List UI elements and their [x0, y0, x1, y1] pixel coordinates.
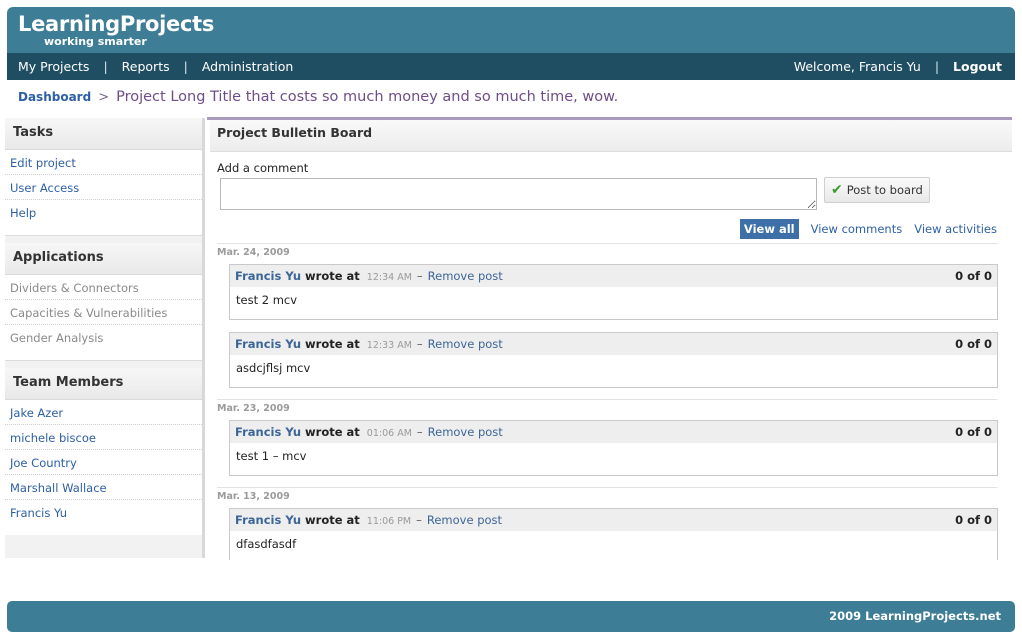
- post-filters: View all View comments View activities: [739, 219, 997, 239]
- post-to-board-button[interactable]: ✔ Post to board: [824, 177, 930, 203]
- sidebar: Tasks Edit project User Access Help Appl…: [5, 118, 205, 558]
- date-heading: Mar. 23, 2009: [217, 399, 997, 414]
- filter-view-comments[interactable]: View comments: [811, 222, 903, 236]
- post-count: 0 of 0: [955, 337, 992, 351]
- remove-post-link[interactable]: Remove post: [427, 513, 502, 527]
- team-members-list: Jake Azer michele biscoe Joe Country Mar…: [5, 400, 202, 535]
- post-body: test 2 mcv: [236, 293, 298, 307]
- remove-post-link[interactable]: Remove post: [428, 337, 503, 351]
- post-time: 11:06 PM: [366, 516, 412, 527]
- post-time: 01:06 AM: [366, 428, 412, 439]
- post-item: Francis Yu wrote at 11:06 PM – Remove po…: [229, 508, 998, 560]
- sidebar-item-help[interactable]: Help: [5, 200, 202, 225]
- footer-copyright: 2009 LearningProjects.net: [829, 609, 1001, 623]
- welcome-text: Welcome, Francis Yu: [793, 59, 921, 74]
- main-nav: My Projects | Reports | Administration W…: [7, 53, 1015, 80]
- applications-heading: Applications: [5, 243, 202, 275]
- post-dash: –: [416, 337, 423, 351]
- post-body: test 1 – mcv: [236, 449, 307, 463]
- post-dash: –: [416, 425, 423, 439]
- post-wrote-label: wrote at: [305, 425, 360, 439]
- post-header: Francis Yu wrote at 11:06 PM – Remove po…: [230, 509, 997, 531]
- filter-view-all[interactable]: View all: [739, 219, 799, 239]
- post-time: 12:33 AM: [366, 340, 412, 351]
- filter-view-activities[interactable]: View activities: [914, 222, 997, 236]
- app-header: LearningProjects working smarter My Proj…: [7, 7, 1015, 80]
- brand-tagline: working smarter: [44, 35, 147, 48]
- remove-post-link[interactable]: Remove post: [428, 269, 503, 283]
- brand-logo[interactable]: LearningProjects working smarter: [18, 12, 214, 48]
- post-count: 0 of 0: [955, 513, 992, 527]
- nav-reports[interactable]: Reports: [122, 59, 170, 74]
- team-member-link[interactable]: Joe Country: [5, 450, 202, 475]
- date-heading: Mar. 13, 2009: [217, 487, 997, 502]
- tasks-list: Edit project User Access Help: [5, 150, 202, 236]
- board-title: Project Bulletin Board: [210, 120, 1012, 152]
- post-header: Francis Yu wrote at 12:33 AM – Remove po…: [230, 333, 997, 355]
- post-button-label: Post to board: [846, 183, 923, 197]
- post-item: Francis Yu wrote at 01:06 AM – Remove po…: [229, 420, 998, 476]
- post-author-link[interactable]: Francis Yu: [235, 513, 301, 527]
- post-wrote-label: wrote at: [305, 513, 360, 527]
- team-member-link[interactable]: michele biscoe: [5, 425, 202, 450]
- post-author-link[interactable]: Francis Yu: [235, 269, 301, 283]
- post-dash: –: [416, 269, 423, 283]
- post-count: 0 of 0: [955, 269, 992, 283]
- project-title: Project Long Title that costs so much mo…: [116, 89, 619, 105]
- remove-post-link[interactable]: Remove post: [428, 425, 503, 439]
- post-body: dfasdfasdf: [236, 537, 297, 551]
- sidebar-item-gender-analysis[interactable]: Gender Analysis: [5, 325, 202, 350]
- post-wrote-label: wrote at: [305, 269, 360, 283]
- breadcrumb-separator: >: [98, 90, 110, 105]
- nav-administration[interactable]: Administration: [202, 59, 293, 74]
- team-members-heading: Team Members: [5, 368, 202, 400]
- post-wrote-label: wrote at: [305, 337, 360, 351]
- sidebar-item-dividers-connectors[interactable]: Dividers & Connectors: [5, 275, 202, 300]
- post-author-link[interactable]: Francis Yu: [235, 337, 301, 351]
- breadcrumb: Dashboard > Project Long Title that cost…: [18, 89, 618, 105]
- nav-separator: |: [103, 59, 108, 74]
- breadcrumb-dashboard-link[interactable]: Dashboard: [18, 90, 91, 104]
- nav-my-projects[interactable]: My Projects: [18, 59, 89, 74]
- post-body: asdcjflsj mcv: [236, 361, 311, 375]
- post-item: Francis Yu wrote at 12:34 AM – Remove po…: [229, 264, 998, 320]
- nav-separator: |: [934, 59, 940, 74]
- comment-input[interactable]: [220, 178, 817, 210]
- post-count: 0 of 0: [955, 425, 992, 439]
- check-icon: ✔: [831, 182, 843, 198]
- brand-name: LearningProjects: [18, 12, 215, 36]
- post-time: 12:34 AM: [366, 272, 412, 283]
- post-item: Francis Yu wrote at 12:33 AM – Remove po…: [229, 332, 998, 388]
- date-heading: Mar. 24, 2009: [217, 243, 997, 258]
- bulletin-board: Project Bulletin Board Add a comment ✔ P…: [210, 120, 1012, 560]
- post-header: Francis Yu wrote at 12:34 AM – Remove po…: [230, 265, 997, 287]
- footer: 2009 LearningProjects.net: [7, 601, 1015, 632]
- team-member-link[interactable]: Jake Azer: [5, 400, 202, 425]
- tasks-heading: Tasks: [5, 118, 202, 150]
- post-author-link[interactable]: Francis Yu: [235, 425, 301, 439]
- logout-link[interactable]: Logout: [953, 59, 1002, 74]
- post-dash: –: [416, 513, 422, 527]
- team-member-link[interactable]: Francis Yu: [5, 500, 202, 525]
- team-member-link[interactable]: Marshall Wallace: [5, 475, 202, 500]
- sidebar-item-capacities-vulnerabilities[interactable]: Capacities & Vulnerabilities: [5, 300, 202, 325]
- add-comment-label: Add a comment: [217, 161, 309, 175]
- sidebar-item-edit-project[interactable]: Edit project: [5, 150, 202, 175]
- sidebar-item-user-access[interactable]: User Access: [5, 175, 202, 200]
- nav-separator: |: [183, 59, 188, 74]
- post-header: Francis Yu wrote at 01:06 AM – Remove po…: [230, 421, 997, 443]
- applications-list: Dividers & Connectors Capacities & Vulne…: [5, 275, 202, 361]
